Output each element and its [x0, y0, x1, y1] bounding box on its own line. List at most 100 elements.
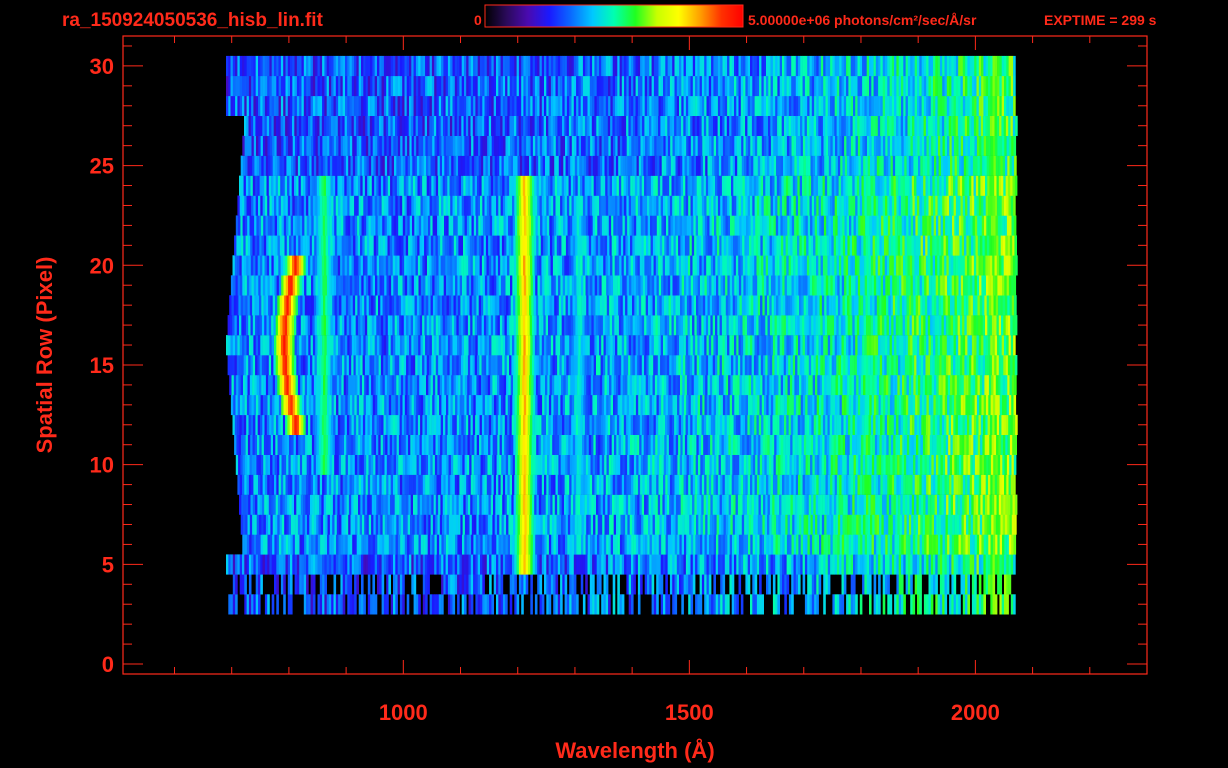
heatmap-cell — [808, 374, 811, 396]
heatmap-cell — [683, 474, 687, 495]
heatmap-cell — [1014, 355, 1018, 376]
heatmap-cell — [312, 554, 316, 575]
heatmap-cell — [750, 335, 753, 356]
heatmap-cell — [548, 394, 552, 416]
heatmap-cell — [498, 594, 501, 615]
heatmap-cell — [705, 374, 708, 396]
heatmap-cell — [366, 454, 369, 475]
heatmap-cell — [261, 355, 265, 376]
heatmap-cell — [348, 355, 352, 376]
heatmap-cell — [313, 374, 317, 396]
heatmap-cell — [340, 474, 343, 495]
heatmap-cell — [297, 534, 300, 555]
heatmap-cell — [625, 355, 629, 376]
heatmap-cell — [385, 315, 389, 336]
heatmap-cell — [331, 554, 334, 575]
heatmap-cell — [393, 574, 396, 595]
heatmap-cell — [505, 554, 508, 575]
heatmap-cell — [1004, 574, 1007, 595]
heatmap-cell — [656, 554, 659, 575]
heatmap-cell — [512, 554, 515, 575]
heatmap-cell — [259, 374, 262, 396]
heatmap-cell — [684, 374, 688, 396]
heatmap-cell — [704, 574, 707, 595]
heatmap-cell — [705, 434, 709, 455]
heatmap-cell — [698, 454, 701, 475]
heatmap-cell — [422, 474, 426, 495]
heatmap-cell — [538, 315, 542, 336]
heatmap-cell — [866, 494, 869, 515]
heatmap-cell — [381, 474, 385, 495]
heatmap-cell — [923, 494, 926, 515]
heatmap-cell — [639, 414, 643, 435]
heatmap-cell — [921, 335, 925, 356]
heatmap-cell — [413, 394, 417, 416]
heatmap-cell — [422, 414, 425, 435]
heatmap-cell — [960, 474, 964, 495]
heatmap-cell — [362, 355, 366, 376]
heatmap-cell — [996, 315, 1000, 336]
heatmap-cell — [510, 394, 513, 416]
heatmap-cell — [674, 335, 678, 356]
heatmap-cell — [783, 374, 786, 396]
heatmap-cell — [819, 514, 823, 535]
heatmap-cell — [447, 554, 451, 575]
heatmap-cell — [892, 374, 896, 396]
heatmap-cell — [385, 434, 388, 455]
heatmap-cell — [253, 335, 256, 356]
heatmap-cell — [676, 494, 679, 515]
heatmap-cell — [868, 355, 871, 376]
heatmap-cell — [469, 434, 473, 455]
heatmap-cell — [436, 394, 440, 416]
heatmap-cell — [374, 335, 378, 356]
heatmap-cell — [949, 594, 952, 615]
heatmap-cell — [718, 534, 721, 555]
heatmap-cell — [805, 374, 809, 396]
heatmap-cell — [396, 295, 399, 316]
heatmap-cell — [305, 434, 308, 455]
heatmap-cell — [474, 374, 477, 396]
heatmap-cell — [248, 494, 251, 515]
heatmap-cell — [617, 594, 620, 615]
heatmap-cell — [804, 335, 808, 356]
heatmap-cell — [887, 335, 890, 356]
heatmap-cell — [589, 414, 593, 435]
heatmap-cell — [741, 374, 745, 396]
heatmap-cell — [312, 315, 315, 336]
heatmap-cell — [461, 574, 465, 595]
heatmap-cell — [419, 355, 423, 376]
heatmap-cell — [453, 454, 456, 475]
heatmap-cell — [395, 574, 398, 595]
heatmap-cell — [695, 554, 698, 575]
heatmap-cell — [708, 574, 712, 595]
heatmap-cell — [957, 494, 961, 515]
heatmap-cell — [747, 494, 750, 515]
heatmap-cell — [626, 394, 630, 416]
heatmap-cell — [634, 355, 638, 376]
heatmap-cell — [239, 494, 242, 515]
heatmap-cell — [803, 514, 807, 535]
heatmap-cell — [591, 315, 594, 336]
heatmap-cell — [459, 534, 463, 555]
heatmap-cell — [326, 494, 329, 515]
heatmap-cell — [902, 494, 906, 515]
heatmap-cell — [469, 454, 472, 475]
heatmap-cell — [633, 534, 637, 555]
heatmap-cell — [589, 554, 593, 575]
heatmap-cell — [662, 315, 665, 336]
heatmap-cell — [272, 295, 276, 316]
heatmap-cell — [654, 534, 657, 555]
heatmap-cell — [689, 434, 693, 455]
heatmap-cell — [601, 554, 604, 575]
heatmap-cell — [975, 434, 979, 455]
heatmap-cell — [703, 315, 707, 336]
heatmap-cell — [567, 514, 571, 535]
heatmap-cell — [681, 474, 684, 495]
heatmap-cell — [634, 374, 637, 396]
heatmap-cell — [965, 594, 968, 615]
heatmap-cell — [835, 374, 839, 396]
heatmap-cell — [312, 594, 316, 615]
heatmap-cell — [349, 554, 353, 575]
heatmap-cell — [1006, 474, 1009, 495]
heatmap-cell — [927, 434, 931, 455]
